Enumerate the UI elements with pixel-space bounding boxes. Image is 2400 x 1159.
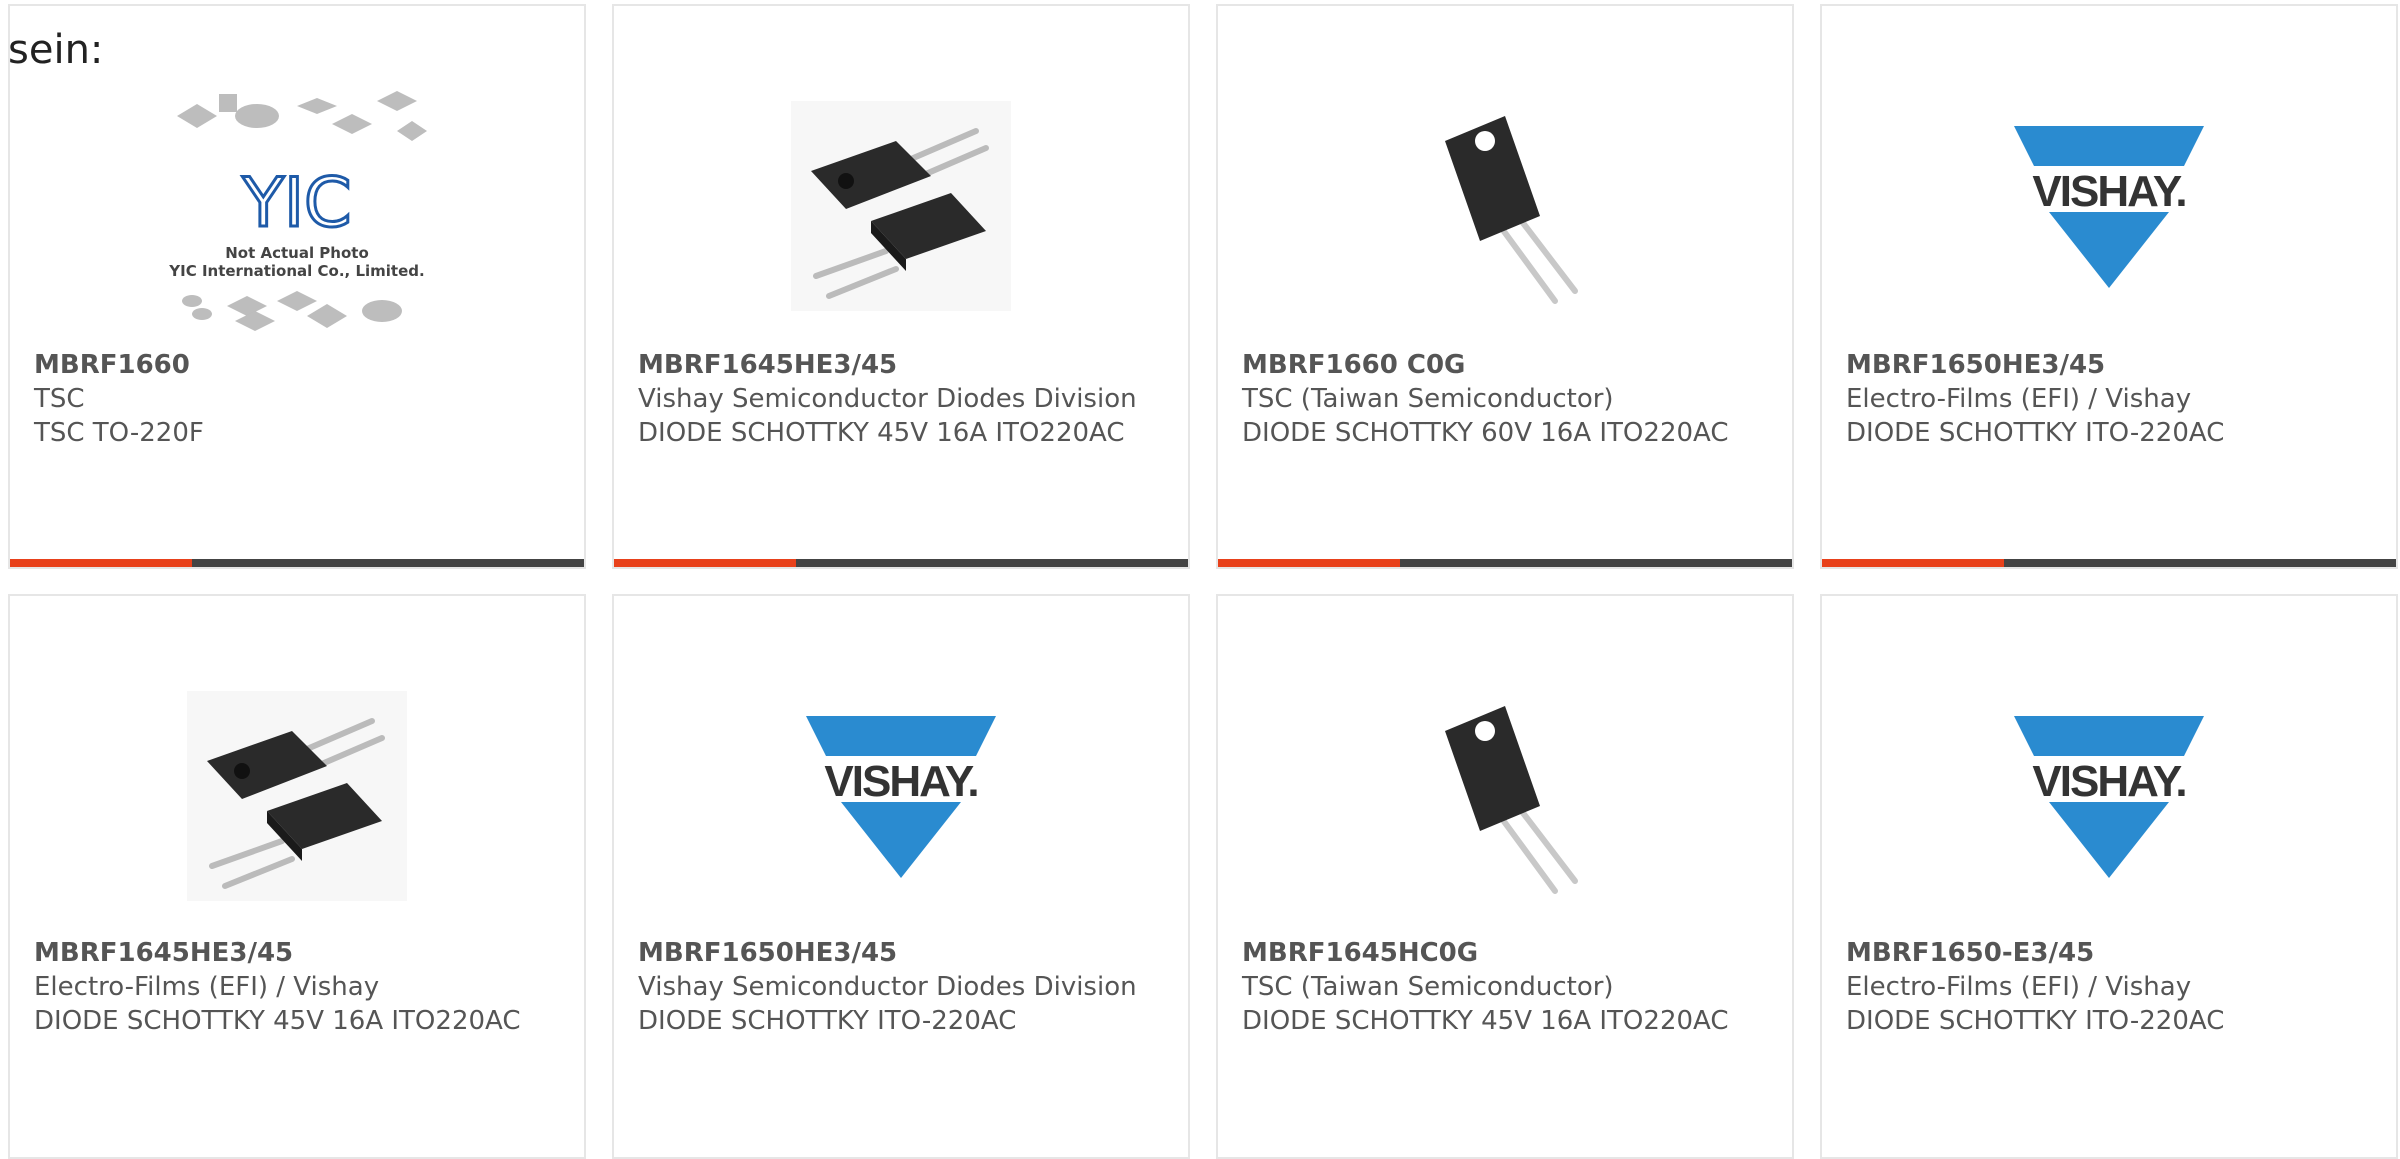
to220-single-image	[1218, 656, 1792, 936]
description: DIODE SCHOTTKY ITO-220AC	[1846, 1006, 2225, 1036]
product-card[interactable]: MBRF1660 C0G TSC (Taiwan Semiconductor) …	[1216, 4, 1794, 569]
part-number: MBRF1660 C0G	[1242, 350, 1466, 380]
product-info: MBRF1645HE3/45 Electro-Films (EFI) / Vis…	[34, 936, 564, 1038]
yic-logo: YIC	[241, 164, 351, 243]
product-image-placeholder: YIC Not Actual Photo YIC International C…	[10, 66, 584, 346]
product-info: MBRF1660 TSC TSC TO-220F	[34, 348, 564, 450]
card-progress-bar	[614, 559, 1188, 567]
to220-single-image	[1218, 66, 1792, 346]
to220-pair-image	[10, 656, 584, 936]
product-card[interactable]: MBRF1645HE3/45 Electro-Films (EFI) / Vis…	[8, 594, 586, 1159]
description: DIODE SCHOTTKY 45V 16A ITO220AC	[638, 418, 1125, 448]
card-progress-bar	[1822, 559, 2396, 567]
product-grid: YIC Not Actual Photo YIC International C…	[0, 0, 2400, 1159]
card-accent	[1822, 559, 2004, 567]
description: DIODE SCHOTTKY 45V 16A ITO220AC	[34, 1006, 521, 1036]
card-accent	[10, 559, 192, 567]
vishay-logo: VISHAY.	[1822, 656, 2396, 936]
manufacturer: TSC (Taiwan Semiconductor)	[1242, 972, 1614, 1002]
product-card[interactable]: VISHAY. MBRF1650HE3/45 Electro-Films (EF…	[1820, 4, 2398, 569]
product-card[interactable]: VISHAY. MBRF1650HE3/45 Vishay Semiconduc…	[612, 594, 1190, 1159]
manufacturer: Electro-Films (EFI) / Vishay	[1846, 972, 2192, 1002]
manufacturer: TSC	[34, 384, 85, 414]
to220-pair-image	[614, 66, 1188, 346]
card-accent	[1218, 559, 1400, 567]
part-number: MBRF1645HC0G	[1242, 938, 1479, 968]
product-card[interactable]: VISHAY. MBRF1650-E3/45 Electro-Films (EF…	[1820, 594, 2398, 1159]
svg-text:VISHAY.: VISHAY.	[2032, 167, 2185, 216]
card-accent	[614, 559, 796, 567]
description: DIODE SCHOTTKY 60V 16A ITO220AC	[1242, 418, 1729, 448]
product-card[interactable]: MBRF1645HE3/45 Vishay Semiconductor Diod…	[612, 4, 1190, 569]
lead-text: sein:	[8, 27, 104, 73]
vishay-logo: VISHAY.	[1822, 66, 2396, 346]
description: TSC TO-220F	[34, 418, 204, 448]
part-number: MBRF1650HE3/45	[1846, 350, 2106, 380]
manufacturer: Electro-Films (EFI) / Vishay	[34, 972, 380, 1002]
product-info: MBRF1645HC0G TSC (Taiwan Semiconductor) …	[1242, 936, 1772, 1038]
card-progress-bar	[10, 559, 584, 567]
part-number: MBRF1645HE3/45	[638, 350, 898, 380]
description: DIODE SCHOTTKY ITO-220AC	[1846, 418, 2225, 448]
description: DIODE SCHOTTKY 45V 16A ITO220AC	[1242, 1006, 1729, 1036]
part-number: MBRF1645HE3/45	[34, 938, 294, 968]
part-number: MBRF1660	[34, 350, 190, 380]
part-number: MBRF1650-E3/45	[1846, 938, 2095, 968]
manufacturer: TSC (Taiwan Semiconductor)	[1242, 384, 1614, 414]
manufacturer: Vishay Semiconductor Diodes Division	[638, 972, 1137, 1002]
vishay-logo: VISHAY.	[614, 656, 1188, 936]
product-info: MBRF1650HE3/45 Electro-Films (EFI) / Vis…	[1846, 348, 2376, 450]
manufacturer: Electro-Films (EFI) / Vishay	[1846, 384, 2192, 414]
card-progress-bar	[1218, 559, 1792, 567]
placeholder-caption-1: Not Actual Photo	[225, 244, 369, 262]
product-card[interactable]: MBRF1645HC0G TSC (Taiwan Semiconductor) …	[1216, 594, 1794, 1159]
product-card[interactable]: YIC Not Actual Photo YIC International C…	[8, 4, 586, 569]
product-info: MBRF1660 C0G TSC (Taiwan Semiconductor) …	[1242, 348, 1772, 450]
svg-text:VISHAY.: VISHAY.	[824, 757, 977, 806]
part-number: MBRF1650HE3/45	[638, 938, 898, 968]
description: DIODE SCHOTTKY ITO-220AC	[638, 1006, 1017, 1036]
placeholder-caption-2: YIC International Co., Limited.	[168, 262, 424, 280]
svg-text:VISHAY.: VISHAY.	[2032, 757, 2185, 806]
manufacturer: Vishay Semiconductor Diodes Division	[638, 384, 1137, 414]
product-info: MBRF1645HE3/45 Vishay Semiconductor Diod…	[638, 348, 1168, 450]
product-info: MBRF1650HE3/45 Vishay Semiconductor Diod…	[638, 936, 1168, 1038]
product-info: MBRF1650-E3/45 Electro-Films (EFI) / Vis…	[1846, 936, 2376, 1038]
